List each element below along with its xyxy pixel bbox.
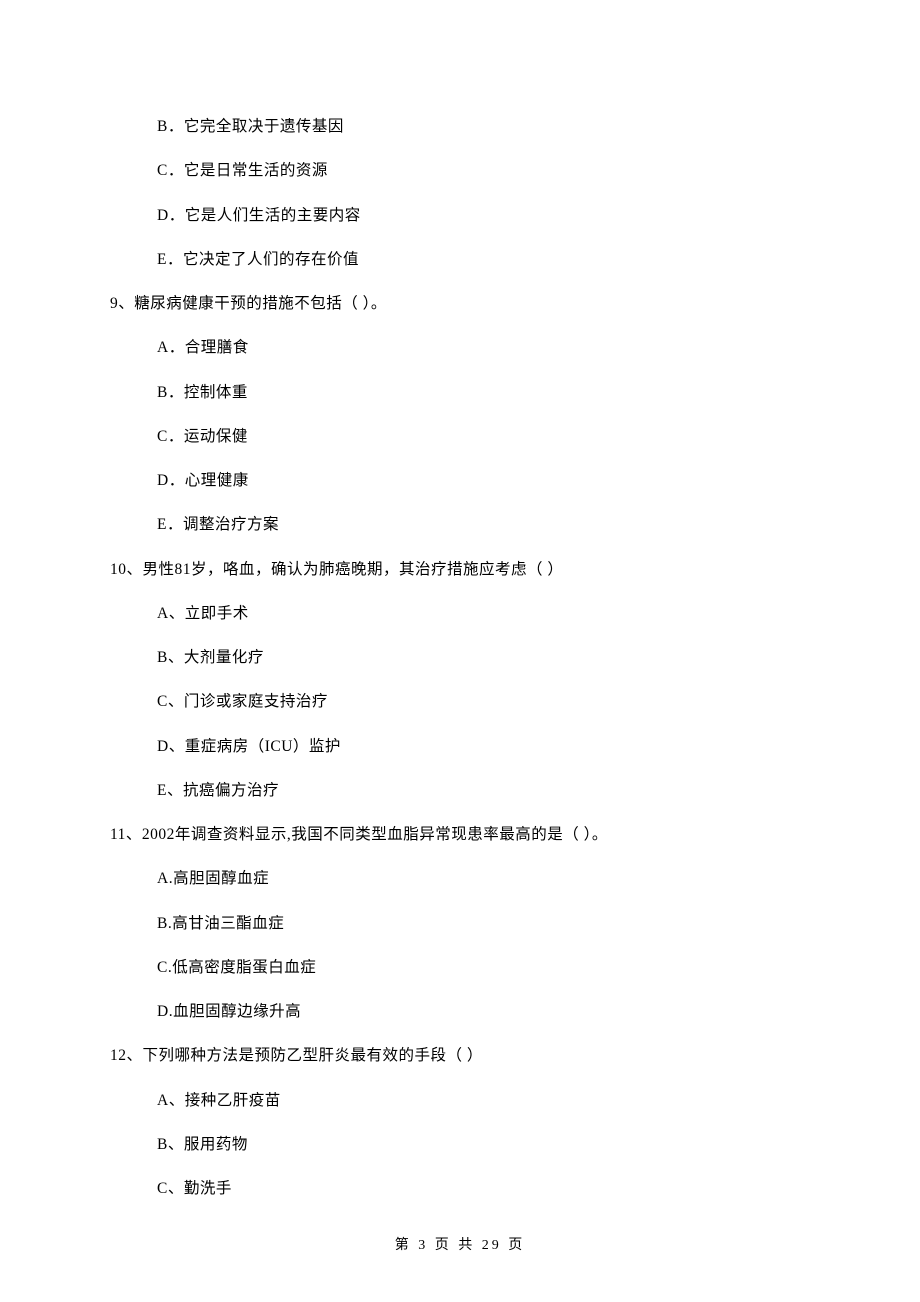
q10-option-b: B、大剂量化疗	[110, 646, 810, 669]
q12-option-a: A、接种乙肝疫苗	[110, 1089, 810, 1112]
q9-option-e: E．调整治疗方案	[110, 513, 810, 536]
question-12-stem: 12、下列哪种方法是预防乙型肝炎最有效的手段（ ）	[110, 1044, 810, 1067]
q9-option-a: A．合理膳食	[110, 336, 810, 359]
page-content: B．它完全取决于遗传基因 C．它是日常生活的资源 D．它是人们生活的主要内容 E…	[0, 0, 920, 1200]
q10-option-e: E、抗癌偏方治疗	[110, 779, 810, 802]
q11-option-b: B.高甘油三酯血症	[110, 912, 810, 935]
q11-option-a: A.高胆固醇血症	[110, 867, 810, 890]
prev-option-d: D．它是人们生活的主要内容	[110, 204, 810, 227]
q12-option-b: B、服用药物	[110, 1133, 810, 1156]
q10-option-d: D、重症病房（ICU）监护	[110, 735, 810, 758]
q10-option-c: C、门诊或家庭支持治疗	[110, 690, 810, 713]
q9-option-b: B．控制体重	[110, 381, 810, 404]
q12-option-c: C、勤洗手	[110, 1177, 810, 1200]
q11-option-c: C.低高密度脂蛋白血症	[110, 956, 810, 979]
page-footer: 第 3 页 共 29 页	[0, 1234, 920, 1254]
prev-option-c: C．它是日常生活的资源	[110, 159, 810, 182]
question-11-stem: 11、2002年调查资料显示,我国不同类型血脂异常现患率最高的是（ ）。	[110, 823, 810, 846]
question-9-stem: 9、糖尿病健康干预的措施不包括（ ）。	[110, 292, 810, 315]
prev-option-e: E．它决定了人们的存在价值	[110, 248, 810, 271]
q9-option-c: C．运动保健	[110, 425, 810, 448]
q9-option-d: D．心理健康	[110, 469, 810, 492]
prev-option-b: B．它完全取决于遗传基因	[110, 115, 810, 138]
q11-option-d: D.血胆固醇边缘升高	[110, 1000, 810, 1023]
question-10-stem: 10、男性81岁，咯血，确认为肺癌晚期，其治疗措施应考虑（ ）	[110, 558, 810, 581]
q10-option-a: A、立即手术	[110, 602, 810, 625]
